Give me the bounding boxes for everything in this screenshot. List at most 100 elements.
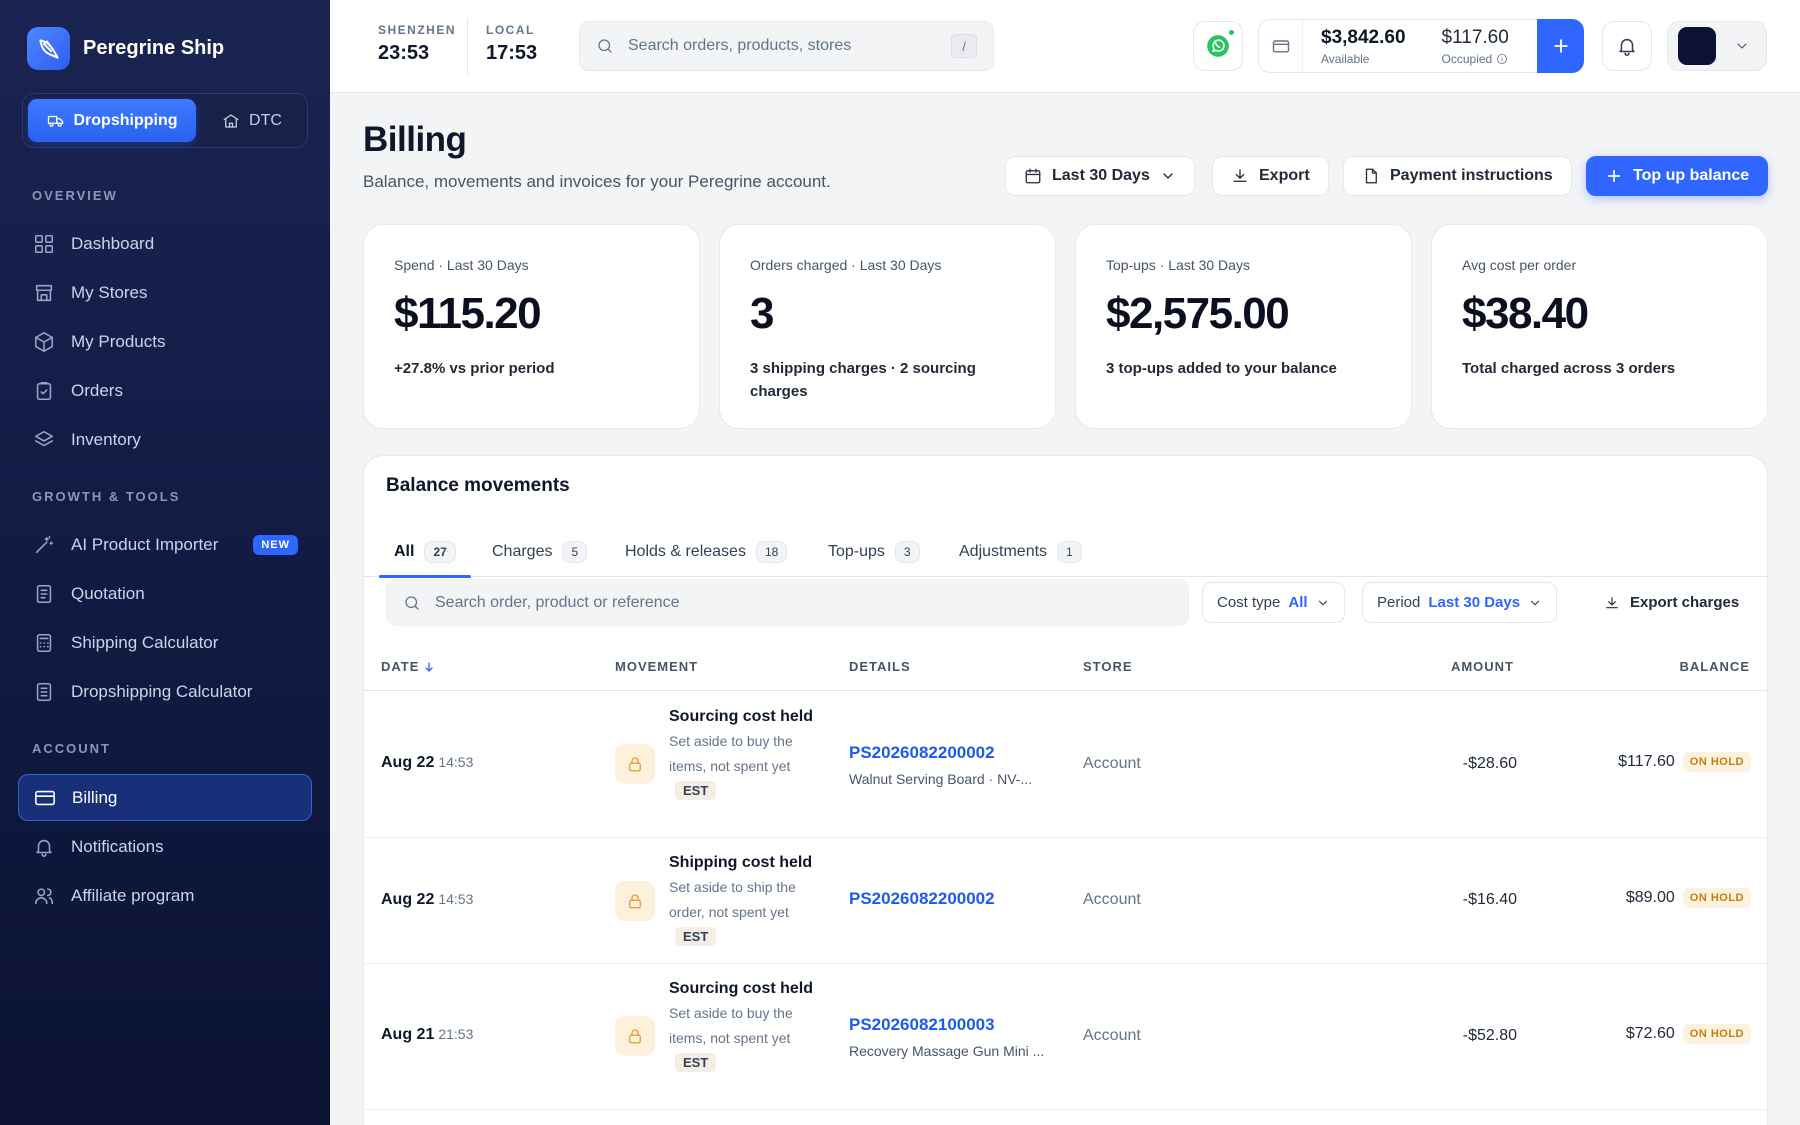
plus-icon [1553, 39, 1568, 53]
clock-local: LOCAL 17:53 [486, 23, 537, 65]
sidebar-item-label: Dropshipping Calculator [71, 681, 253, 701]
stat-card-orders-charged: Orders charged · Last 30 Days 3 3 shippi… [719, 224, 1056, 429]
row-amount: -$52.80 [1462, 1027, 1517, 1044]
sidebar-item-dropshipping-calculator[interactable]: Dropshipping Calculator [18, 668, 312, 715]
period-label: Last 30 Days [1052, 167, 1150, 184]
tab-holds-releases[interactable]: Holds & releases 18 [625, 526, 788, 577]
notifications-button[interactable] [1602, 21, 1652, 71]
sidebar-item-notifications[interactable]: Notifications [18, 823, 312, 870]
export-button[interactable]: Export [1212, 156, 1329, 196]
stat-value: $2,575.00 [1106, 289, 1290, 338]
movement-title: Sourcing cost held [669, 708, 814, 725]
avatar [1678, 27, 1716, 65]
search-icon [598, 39, 612, 53]
sidebar-item-ai-product-importer[interactable]: AI Product Importer NEW [18, 521, 312, 568]
row-time: 14:53 [438, 891, 474, 907]
mode-dtc-button[interactable]: DTC [202, 99, 302, 142]
period-filter-label: Period [1377, 594, 1421, 611]
export-charges-button[interactable]: Export charges [1590, 582, 1754, 623]
top-up-balance-button[interactable]: Top up balance [1586, 156, 1769, 196]
new-badge: NEW [253, 534, 298, 555]
chevron-down-icon [1318, 600, 1327, 605]
global-search-input[interactable]: Search orders, products, stores / [579, 21, 994, 71]
mode-dropshipping-label: Dropshipping [73, 111, 178, 129]
tab-top-ups[interactable]: Top-ups 3 [828, 526, 920, 577]
table-row[interactable]: Aug 22 14:53 Sourcing cost held Set aside… [364, 691, 1767, 838]
estimate-tag: EST [675, 927, 717, 946]
table-row[interactable]: Aug 21 21:53 Sourcing cost held Set aside… [364, 964, 1767, 1110]
tab-count: 27 [424, 540, 456, 563]
payment-instructions-button[interactable]: Payment instructions [1343, 156, 1572, 196]
tab-count: 1 [1057, 540, 1082, 563]
estimate-tag: EST [675, 1053, 717, 1072]
bell-icon [1619, 38, 1635, 56]
tab-label: Charges [492, 542, 553, 560]
column-header-details: DETAILS [849, 659, 911, 674]
sidebar-item-quotation[interactable]: Quotation [18, 570, 312, 617]
movement-title: Sourcing cost held [669, 980, 814, 997]
table-row[interactable]: Aug 22 14:53 Shipping cost held Set aside… [364, 838, 1767, 964]
section-title-overview: OVERVIEW [32, 188, 118, 203]
sidebar-item-orders[interactable]: Orders [18, 367, 312, 414]
row-time: 21:53 [438, 1026, 474, 1042]
available-label: Available [1321, 51, 1370, 66]
online-dot [1227, 28, 1236, 37]
period-dropdown[interactable]: Last 30 Days [1005, 156, 1195, 196]
sidebar-item-billing[interactable]: Billing [18, 774, 312, 821]
mode-switch: Dropshipping DTC [22, 93, 308, 148]
sidebar-item-label: Inventory [71, 429, 141, 449]
clock-shenzhen: SHENZHEN 23:53 [378, 23, 456, 65]
brand[interactable]: Peregrine Ship [27, 27, 224, 70]
product-name: Walnut Serving Board · NV-... [849, 771, 1033, 787]
store-name: Account [1083, 891, 1141, 908]
search-placeholder: Search orders, products, stores [628, 37, 852, 54]
row-date: Aug 22 14:53 [381, 891, 473, 909]
sidebar-item-shipping-calculator[interactable]: Shipping Calculator [18, 619, 312, 666]
tab-all[interactable]: All 27 [379, 526, 471, 578]
sidebar-item-affiliate-program[interactable]: Affiliate program [18, 872, 312, 919]
whatsapp-button[interactable] [1193, 21, 1243, 71]
payment-instructions-label: Payment instructions [1390, 167, 1553, 184]
occupied-amount: $117.60 [1441, 26, 1509, 48]
file-icon [1365, 168, 1377, 184]
tab-adjustments[interactable]: Adjustments 1 [959, 526, 1082, 577]
order-reference-link[interactable]: PS2026082200002 [849, 889, 1059, 909]
info-icon[interactable] [1496, 53, 1508, 65]
storefront-icon [35, 284, 53, 301]
period-select[interactable]: Period Last 30 Days [1362, 582, 1558, 623]
wallet-add-funds-button[interactable] [1537, 19, 1584, 73]
section-title-account: ACCOUNT [32, 741, 111, 756]
sidebar-item-my-stores[interactable]: My Stores [18, 269, 312, 316]
row-balance: $117.60 ON HOLD [1618, 752, 1751, 772]
movement-tabs: All 27 Charges 5 Holds & releases 18 Top… [364, 526, 1767, 578]
order-reference-link[interactable]: PS2026082100003 [849, 1015, 1059, 1035]
sidebar-item-label: My Products [71, 331, 166, 351]
bell-icon [36, 839, 52, 857]
mode-dropshipping-button[interactable]: Dropshipping [28, 99, 196, 142]
page-subtitle: Balance, movements and invoices for your… [363, 172, 831, 191]
store-icon [223, 113, 239, 128]
clock-time: 23:53 [378, 42, 430, 64]
tab-label: Holds & releases [625, 542, 746, 560]
order-reference-link[interactable]: PS2026082200002 [849, 743, 1059, 763]
column-header-date[interactable]: DATE [381, 659, 435, 674]
receipt-icon [36, 682, 52, 701]
movement-title: Shipping cost held [669, 854, 813, 871]
tab-charges[interactable]: Charges 5 [492, 526, 588, 577]
sidebar-item-inventory[interactable]: Inventory [18, 416, 312, 463]
movement-description: Set aside to buy the items, not spent ye… [669, 1005, 793, 1046]
sidebar-item-dashboard[interactable]: Dashboard [18, 220, 312, 267]
layers-icon [34, 430, 54, 446]
sidebar-item-my-products[interactable]: My Products [18, 318, 312, 365]
section-title-growth: GROWTH & TOOLS [32, 489, 181, 504]
account-menu-button[interactable] [1667, 21, 1767, 71]
clock-label: LOCAL [486, 23, 535, 37]
calendar-icon [1025, 168, 1041, 184]
cost-type-select[interactable]: Cost type All [1202, 582, 1345, 623]
row-time: 14:53 [438, 754, 474, 770]
sidebar-item-label: Notifications [71, 836, 164, 856]
movement-search-input[interactable]: Search order, product or reference [386, 579, 1189, 626]
wallet-balance[interactable]: $3,842.60 Available $117.60 Occupied [1258, 19, 1581, 73]
status-badge: ON HOLD [1682, 1024, 1751, 1044]
sidebar-item-label: Quotation [71, 583, 145, 603]
